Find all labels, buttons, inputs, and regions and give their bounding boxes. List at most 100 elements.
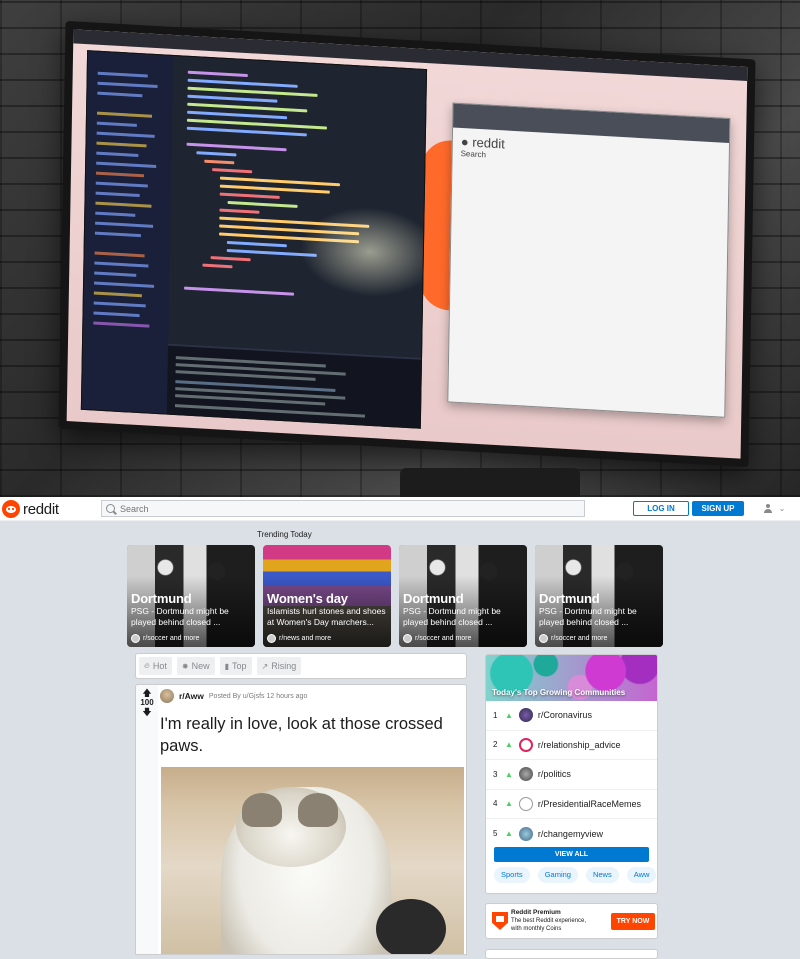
community-item[interactable]: 1 ▲ r/Coronavirus <box>486 701 657 731</box>
subreddit-icon <box>403 634 412 643</box>
premium-shield-icon <box>492 912 508 930</box>
view-all-button[interactable]: VIEW ALL <box>494 847 649 862</box>
sort-new-label: New <box>191 661 210 671</box>
community-name: r/relationship_advice <box>537 739 621 750</box>
editor-terminal <box>166 343 422 428</box>
sort-rising-button[interactable]: ↗ Rising <box>256 657 302 675</box>
community-icon <box>518 796 533 811</box>
trending-cards: Dortmund PSG - Dortmund might be played … <box>127 545 663 647</box>
premium-card: Reddit Premium The best Reddit experienc… <box>485 903 658 939</box>
search-bar[interactable] <box>101 500 585 517</box>
community-rank: 4 <box>493 799 498 809</box>
up-arrow-icon: ▲ <box>505 769 513 779</box>
card-subreddit: r/soccer and more <box>551 635 608 642</box>
community-name: r/PresidentialRaceMemes <box>537 798 641 809</box>
downvote-icon[interactable]: 🡇 <box>136 708 158 717</box>
reddit-logo[interactable]: reddit <box>2 499 59 519</box>
premium-desc: The best Reddit experience, with monthly… <box>511 918 587 932</box>
tag-gaming[interactable]: Gaming <box>537 867 578 883</box>
community-rank: 5 <box>493 829 498 839</box>
post-card[interactable]: 🡅 100 🡇 r/Aww Posted By u/Gjsfs 12 hours… <box>135 684 467 955</box>
card-subreddit: r/soccer and more <box>143 635 200 642</box>
community-item[interactable]: 4 ▲ r/PresidentialRaceMemes <box>486 790 657 819</box>
card-title: Dortmund <box>131 591 192 606</box>
sort-new-button[interactable]: ✸ New <box>176 657 215 675</box>
search-icon <box>106 504 115 513</box>
community-item[interactable]: 2 ▲ r/relationship_advice <box>486 731 657 760</box>
communities-title: Today's Top Growing Communities <box>492 688 626 697</box>
sort-hot-label: Hot <box>152 661 167 671</box>
subreddit-icon <box>267 634 276 643</box>
signup-button[interactable]: SIGN UP <box>692 501 744 516</box>
user-icon <box>763 503 773 514</box>
top-growing-communities: Today's Top Growing Communities 1 ▲ r/Co… <box>485 654 658 894</box>
card-desc: PSG - Dortmund might be played behind cl… <box>539 606 637 627</box>
sidebar-next-card <box>485 949 658 959</box>
bar-chart-icon: ▮ <box>224 661 230 671</box>
tag-news[interactable]: News <box>585 867 619 883</box>
card-desc: PSG - Dortmund might be played behind cl… <box>403 606 501 627</box>
upvote-icon[interactable]: 🡅 <box>136 689 158 698</box>
community-name: r/Coronavirus <box>537 710 592 721</box>
card-desc: PSG - Dortmund might be played behind cl… <box>131 606 229 627</box>
screen-glare <box>299 203 428 301</box>
up-arrow-icon: ▲ <box>505 829 513 839</box>
post-meta: Posted By u/Gjsfs 12 hours ago <box>208 692 308 700</box>
sparkle-icon: ✸ <box>181 661 189 671</box>
community-rank: 1 <box>493 710 498 720</box>
tv-stand <box>400 468 580 497</box>
tag-sports[interactable]: Sports <box>494 867 530 883</box>
community-name: r/changemyview <box>537 828 603 839</box>
trending-title: Trending Today <box>257 530 312 539</box>
subreddit-icon <box>539 634 548 643</box>
community-icon <box>518 767 533 782</box>
communities-banner: Today's Top Growing Communities <box>486 655 657 701</box>
post-title[interactable]: I'm really in love, look at those crosse… <box>160 713 460 757</box>
community-icon <box>518 737 533 752</box>
try-now-button[interactable]: TRY NOW <box>611 913 655 930</box>
login-button[interactable]: LOG IN <box>633 501 689 516</box>
card-subreddit: r/soccer and more <box>415 635 472 642</box>
top-header: reddit LOG IN SIGN UP ⌄ <box>0 497 800 521</box>
card-subreddit: r/news and more <box>279 635 332 642</box>
user-menu-button[interactable]: ⌄ <box>752 501 796 516</box>
tv-browser-window: ● reddit Search <box>447 102 731 418</box>
community-item[interactable]: 5 ▲ r/changemyview <box>486 819 657 849</box>
sort-rising-label: Rising <box>271 661 297 671</box>
trending-card[interactable]: Dortmund PSG - Dortmund might be played … <box>127 545 255 647</box>
community-icon <box>518 826 533 841</box>
trending-card[interactable]: Dortmund PSG - Dortmund might be played … <box>399 545 527 647</box>
snoo-icon <box>2 500 20 518</box>
flame-icon: 🔥︎ <box>144 661 150 670</box>
tv-screen: ● reddit Search <box>66 29 748 459</box>
code-editor-window <box>80 50 428 429</box>
sort-top-button[interactable]: ▮ Top <box>219 657 252 675</box>
sort-hot-button[interactable]: 🔥︎ Hot <box>139 657 172 675</box>
subreddit-icon <box>131 634 140 643</box>
premium-title: Reddit Premium <box>511 909 561 916</box>
community-tags: Sports Gaming News Aww <box>494 867 657 883</box>
tv-screen-frame: ● reddit Search <box>58 20 756 468</box>
trend-icon: ↗ <box>261 661 269 671</box>
monitor-photo: ● reddit Search <box>0 0 800 497</box>
community-icon <box>518 708 533 723</box>
post-image[interactable] <box>161 767 464 954</box>
vote-column: 🡅 100 🡇 <box>136 685 158 954</box>
sort-top-label: Top <box>232 661 247 671</box>
editor-sidebar <box>81 51 174 414</box>
tag-aww[interactable]: Aww <box>626 867 657 883</box>
community-item[interactable]: 3 ▲ r/politics <box>486 760 657 790</box>
subreddit-avatar[interactable] <box>160 689 174 703</box>
logo-wordmark: reddit <box>23 500 59 518</box>
trending-card[interactable]: Women's day Islamists hurl stones and sh… <box>263 545 391 647</box>
post-subreddit[interactable]: r/Aww <box>179 691 204 701</box>
community-name: r/politics <box>537 769 571 780</box>
card-title: Dortmund <box>539 591 600 606</box>
post-header: r/Aww Posted By u/Gjsfs 12 hours ago <box>160 689 307 703</box>
up-arrow-icon: ▲ <box>505 799 513 809</box>
search-input[interactable] <box>120 503 520 514</box>
up-arrow-icon: ▲ <box>505 740 513 750</box>
sort-bar: 🔥︎ Hot ✸ New ▮ Top ↗ Rising <box>135 653 467 679</box>
trending-card[interactable]: Dortmund PSG - Dortmund might be played … <box>535 545 663 647</box>
community-rank: 3 <box>493 769 498 779</box>
